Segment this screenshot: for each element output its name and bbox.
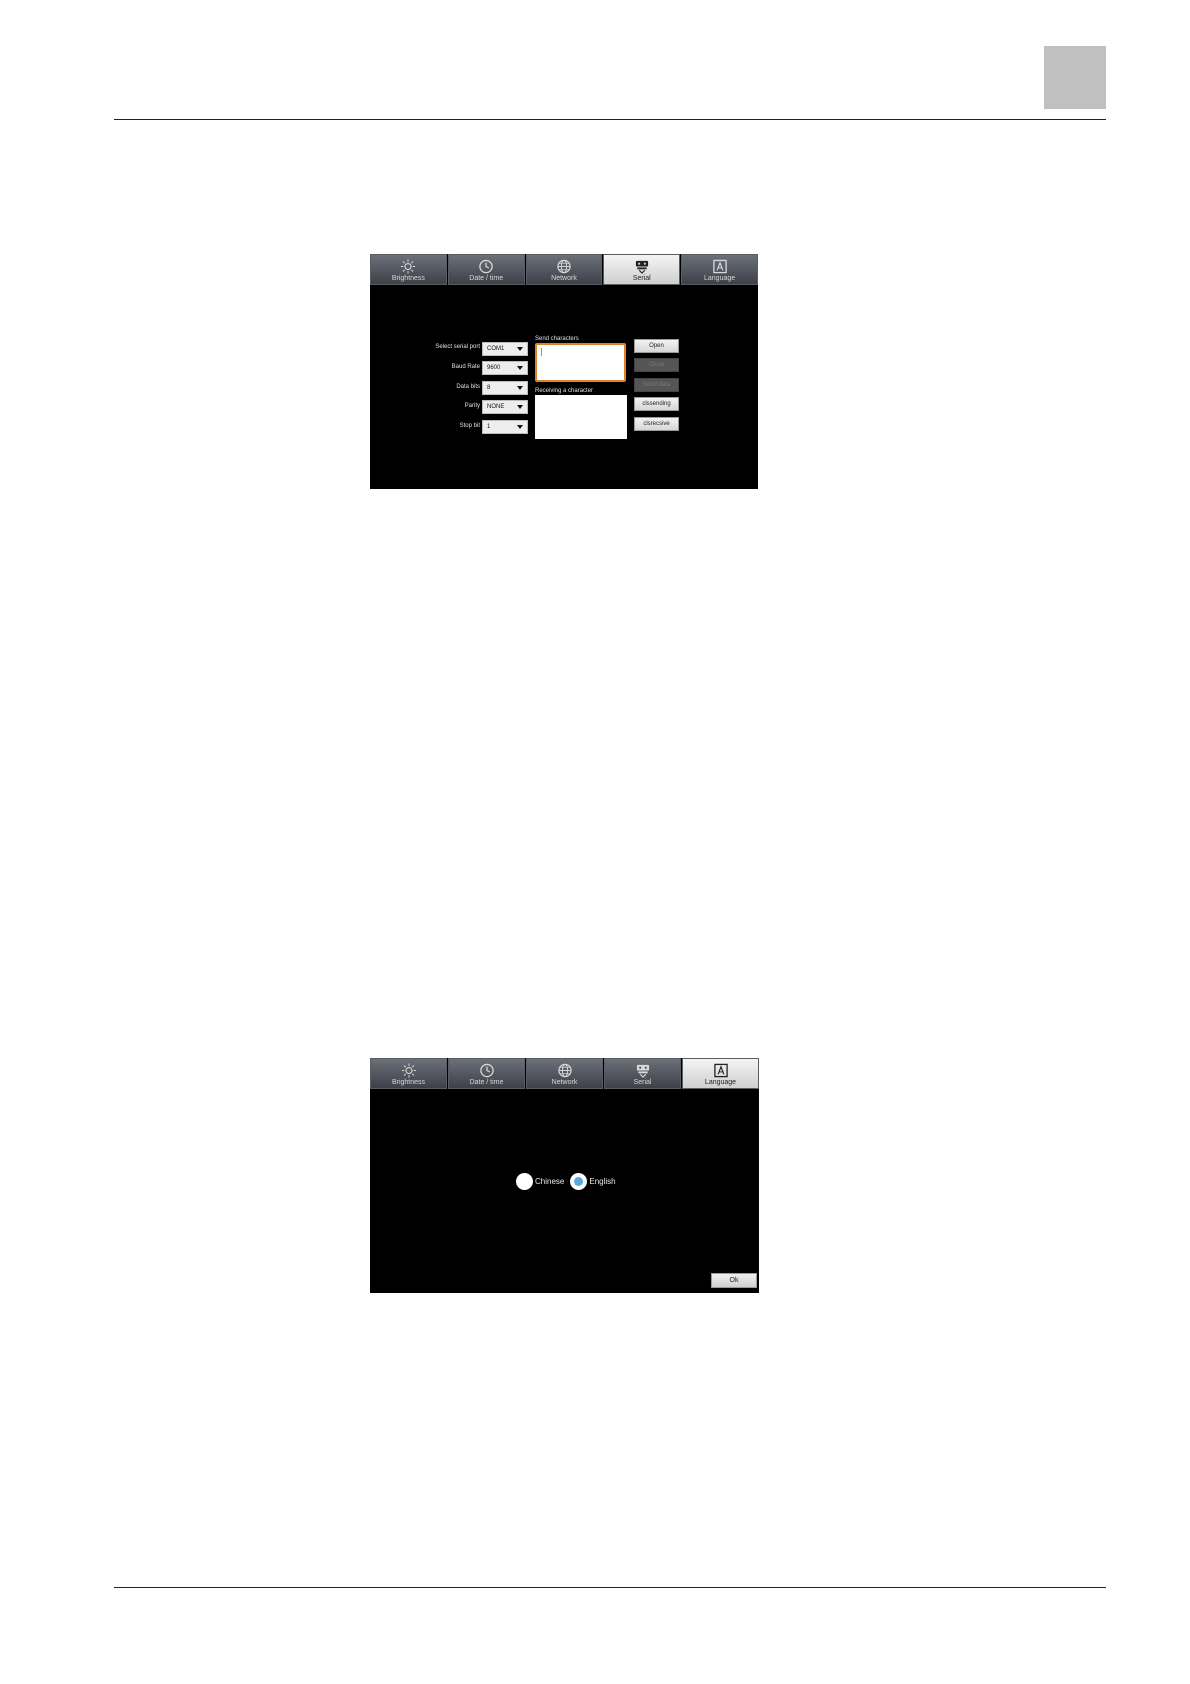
tab-brightness[interactable]: Brightness	[370, 254, 447, 285]
open-button[interactable]: Open	[634, 339, 679, 353]
select-value: 8	[487, 385, 491, 391]
globe-icon	[557, 1063, 572, 1078]
radio-english[interactable]	[570, 1172, 588, 1190]
serial-port-icon	[636, 1064, 649, 1078]
select-value: 1	[487, 424, 491, 430]
sun-icon	[401, 1063, 416, 1078]
tab-label: Language	[704, 1079, 737, 1086]
chevron-down-icon	[517, 405, 523, 409]
send-data-button[interactable]: Send data	[634, 378, 679, 392]
tab-date-time[interactable]: Date / time	[447, 254, 525, 285]
serial-settings-screenshot: Brightness Date / time Network Serial La…	[370, 254, 758, 489]
language-radio-group: Chinese English	[516, 1171, 622, 1191]
baud-rate-select[interactable]: 9600	[482, 361, 528, 375]
data-bits-label: Data bits	[456, 384, 480, 390]
close-button[interactable]: Close	[634, 358, 679, 372]
serial-port-icon	[635, 260, 648, 274]
send-characters-input[interactable]	[535, 343, 626, 382]
stop-bit-select[interactable]: 1	[482, 420, 528, 434]
tab-serial[interactable]: Serial	[604, 1058, 681, 1089]
tab-label: Brightness	[391, 275, 425, 282]
sun-icon	[401, 259, 416, 274]
tab-label: Serial	[632, 275, 651, 282]
receiving-character-output[interactable]	[535, 395, 627, 439]
tab-brightness[interactable]: Brightness	[370, 1058, 447, 1089]
tab-network[interactable]: Network	[526, 1058, 603, 1089]
footer-rule	[114, 1587, 1106, 1588]
settings-tab-bar: Brightness Date / time Network Serial La…	[370, 1058, 759, 1089]
parity-select[interactable]: NONE	[482, 400, 528, 414]
header-rule	[114, 119, 1106, 120]
select-serial-port-label: Select serial port	[435, 344, 480, 350]
tab-serial[interactable]: Serial	[603, 254, 681, 285]
chevron-down-icon	[517, 425, 523, 429]
receiving-character-label: Receiving a character	[535, 388, 594, 394]
tab-language[interactable]: Language	[681, 254, 758, 285]
tab-label: Serial	[633, 1079, 652, 1086]
language-icon	[712, 259, 727, 274]
select-value: NONE	[487, 404, 505, 410]
tab-date-time[interactable]: Date / time	[448, 1058, 525, 1089]
stop-bit-label: Stop bit	[459, 423, 480, 429]
radio-label-chinese: Chinese	[535, 1176, 565, 1186]
select-value: 9600	[487, 365, 501, 371]
serial-port-select[interactable]: COM1	[482, 342, 528, 356]
clock-icon	[479, 1063, 494, 1078]
clear-sending-button[interactable]: clssending	[634, 397, 679, 411]
clock-icon	[479, 259, 493, 274]
tab-label: Network	[551, 275, 577, 282]
tab-network[interactable]: Network	[525, 254, 603, 285]
select-value: COM1	[487, 346, 505, 352]
tab-label: Date / time	[469, 1079, 504, 1086]
chevron-down-icon	[517, 347, 523, 351]
send-characters-label: Send characters	[535, 336, 579, 342]
chevron-down-icon	[517, 386, 523, 390]
data-bits-select[interactable]: 8	[482, 381, 528, 395]
tab-label: Language	[704, 275, 736, 282]
baud-rate-label: Baud Rate	[451, 364, 480, 370]
tab-label: Brightness	[391, 1079, 426, 1086]
chevron-down-icon	[517, 366, 523, 370]
language-settings-screenshot: Brightness Date / time Network Serial La…	[370, 1058, 759, 1293]
radio-chinese[interactable]	[516, 1172, 533, 1190]
text-cursor	[541, 348, 542, 356]
globe-icon	[557, 259, 571, 274]
clear-receive-button[interactable]: clsrecsive	[634, 417, 679, 431]
language-icon	[713, 1063, 728, 1078]
ok-button[interactable]: Ok	[711, 1273, 757, 1288]
tab-label: Date / time	[469, 275, 504, 282]
radio-label-english: English	[589, 1176, 616, 1186]
parity-label: Parity	[464, 403, 480, 409]
tab-language[interactable]: Language	[682, 1058, 759, 1089]
tab-label: Network	[551, 1079, 578, 1086]
settings-tab-bar: Brightness Date / time Network Serial La…	[370, 254, 758, 285]
header-square	[1044, 46, 1106, 109]
